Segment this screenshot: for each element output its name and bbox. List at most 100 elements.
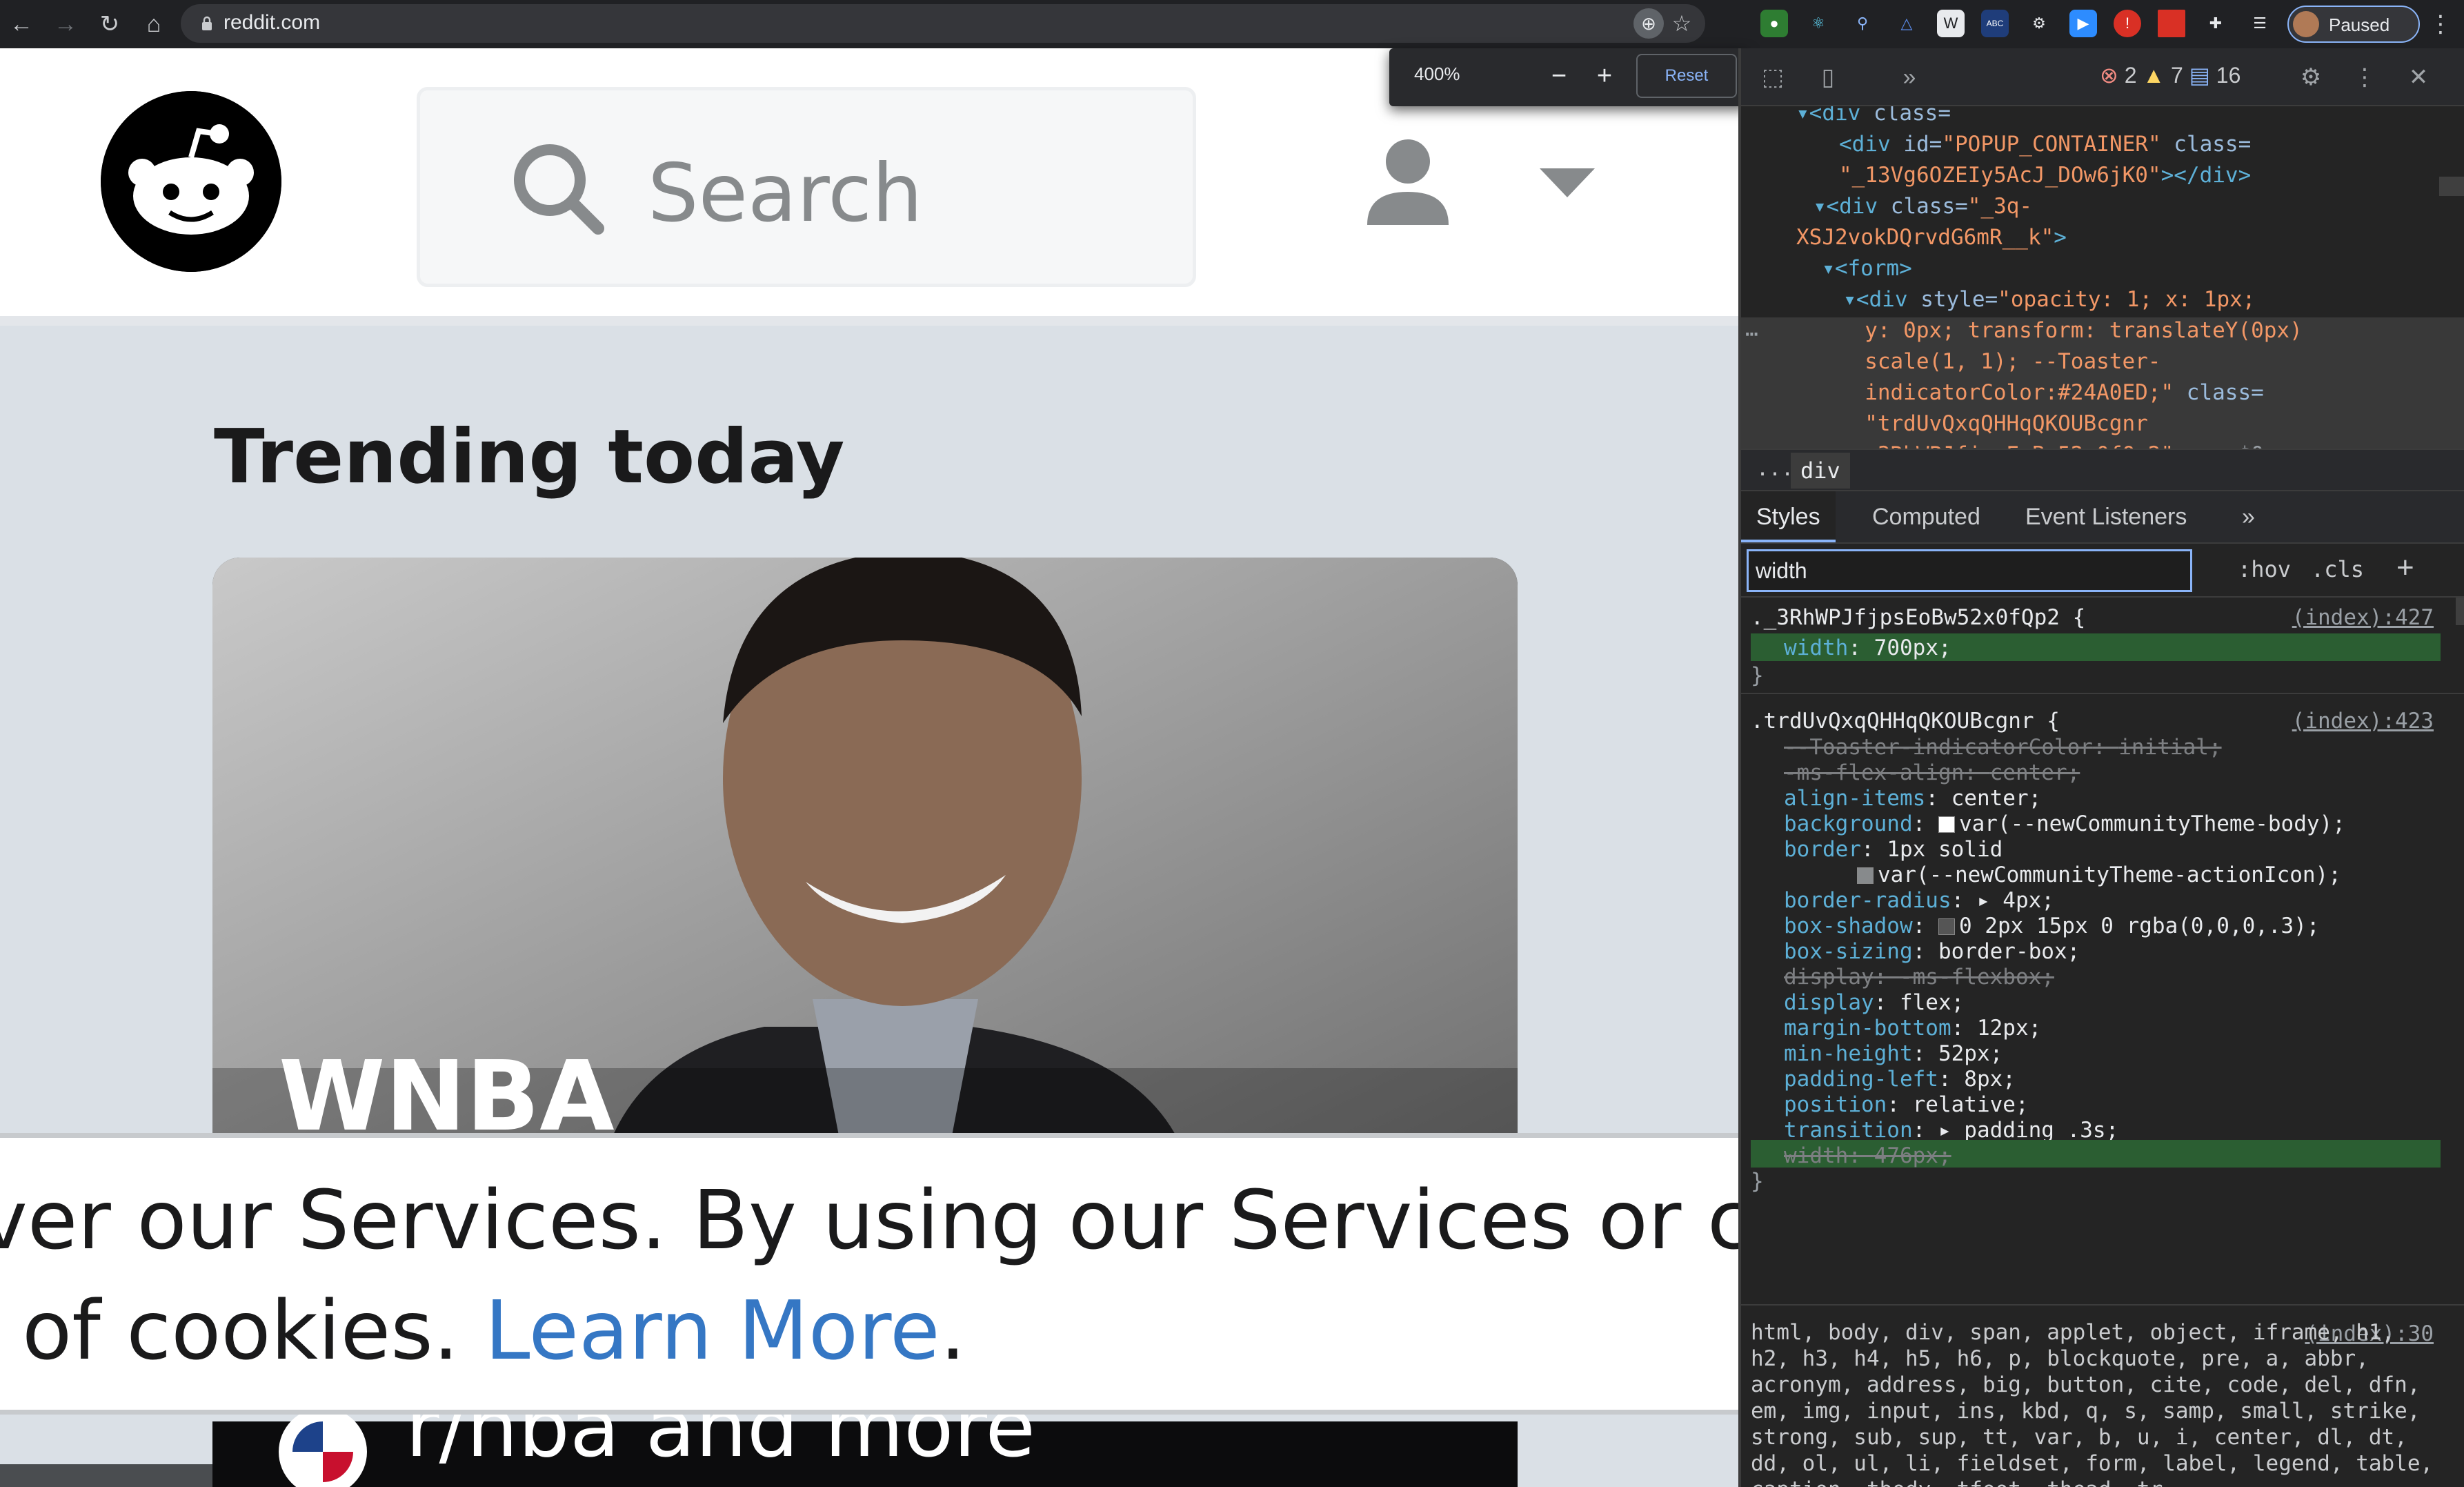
css-declaration[interactable]: var(--newCommunityTheme-actionIcon);	[1857, 860, 2341, 889]
red-square-ext-icon[interactable]	[2158, 10, 2185, 37]
css-declaration[interactable]: background: var(--newCommunityTheme-body…	[1784, 809, 2345, 838]
dom-node-line[interactable]: ▾<form>	[1822, 253, 1912, 284]
tab-styles[interactable]: Styles	[1741, 491, 1836, 542]
scrollbar[interactable]	[2439, 177, 2464, 196]
rule-source-link[interactable]: (index):427	[2292, 603, 2434, 632]
css-declaration[interactable]: box-sizing: border-box;	[1784, 937, 2080, 966]
react-icon[interactable]: ⚛	[1805, 10, 1832, 37]
kebab-menu-icon[interactable]: ⋮	[2427, 7, 2454, 41]
forward-arrow-icon[interactable]: →	[48, 7, 83, 41]
css-declaration[interactable]: border-radius: ▸ 4px;	[1784, 886, 2054, 915]
dom-node-line[interactable]: <div id="POPUP_CONTAINER" class=	[1839, 129, 2251, 160]
color-swatch-icon[interactable]	[1938, 918, 1955, 935]
dom-node-line[interactable]: ▾<div style="opacity: 1; x: 1px;	[1843, 284, 2255, 315]
abc-ext-icon[interactable]: ABC	[1981, 10, 2009, 37]
bookmark-star-icon[interactable]: ☆	[1667, 8, 1697, 39]
css-declaration[interactable]: display: flex;	[1784, 988, 1964, 1017]
tab-computed[interactable]: Computed	[1857, 491, 1996, 542]
more-panels-icon[interactable]: »	[1893, 61, 1926, 94]
css-prop: position	[1784, 1092, 1887, 1117]
scrollbar[interactable]	[2456, 598, 2464, 625]
trending-card-2[interactable]: r/nba and more	[212, 1380, 1518, 1487]
css-prop: --Toaster-indicatorColor	[1784, 735, 2093, 760]
styles-filter-input[interactable]: width	[1747, 549, 2192, 592]
gear-ext-icon[interactable]: ⚙	[2025, 10, 2053, 37]
zoom-out-button[interactable]: −	[1541, 58, 1577, 94]
zoom-indicator-icon[interactable]: ⊕	[1633, 8, 1664, 39]
css-declaration[interactable]: position: relative;	[1784, 1090, 2029, 1119]
cookie-text-suffix: .	[940, 1283, 966, 1378]
color-swatch-icon[interactable]	[1857, 867, 1874, 884]
reading-list-icon[interactable]: ☰	[2246, 10, 2274, 37]
css-declaration[interactable]: --Toaster-indicatorColor: initial;	[1784, 733, 2222, 762]
user-icon[interactable]	[1363, 137, 1453, 226]
device-toolbar-icon[interactable]: ▯	[1811, 61, 1845, 94]
dom-node-line[interactable]: ▾<div class=	[1796, 106, 1951, 129]
rule-source-link[interactable]: (index):423	[2292, 707, 2434, 736]
breadcrumb-current[interactable]: div	[1791, 453, 1850, 489]
shield-ext-icon[interactable]: !	[2114, 10, 2141, 37]
css-prop: width	[1784, 1143, 1849, 1168]
dom-node-line[interactable]: XSJ2vokDQrvdG6mR__k">	[1796, 222, 2067, 253]
dom-node-line[interactable]: indicatorColor:#24A0ED;" class=	[1865, 377, 2264, 408]
inspect-element-icon[interactable]: ⬚	[1756, 61, 1789, 94]
search-ext-icon[interactable]: ⚲	[1849, 10, 1876, 37]
url-text[interactable]: reddit.com	[223, 11, 320, 35]
reload-icon[interactable]: ↻	[92, 7, 127, 41]
breadcrumb-more[interactable]: ...	[1756, 457, 1794, 481]
color-swatch-icon[interactable]	[1938, 816, 1955, 833]
console-counts[interactable]: ⊗ 2 ▲ 7 ▤ 16	[2100, 62, 2241, 88]
elements-dom-tree[interactable]: ▾<div class= <div id="POPUP_CONTAINER" cl…	[1741, 106, 2464, 449]
css-prop: display	[1784, 990, 1874, 1015]
address-bar[interactable]: reddit.com ⊕ ☆	[181, 4, 1705, 43]
profile-button[interactable]: Paused	[2287, 6, 2420, 43]
hov-toggle[interactable]: :hov	[2238, 556, 2291, 582]
dom-node-line[interactable]: ▾<div class="_3q-	[1814, 191, 2032, 222]
css-value: 12px;	[1976, 1016, 2042, 1041]
zoom-ext-icon[interactable]: ▶	[2069, 10, 2097, 37]
zoom-reset-button[interactable]: Reset	[1636, 54, 1737, 98]
css-declaration[interactable]: min-height: 52px;	[1784, 1039, 2003, 1068]
cls-toggle[interactable]: .cls	[2311, 556, 2364, 582]
browser-toolbar: ← → ↻ ⌂ reddit.com ⊕ ☆ ● ⚛ ⚲ △ W ABC ⚙ ▶…	[0, 0, 2464, 48]
close-icon[interactable]: ✕	[2402, 61, 2435, 94]
dom-node-line[interactable]: y: 0px; transform: translateY(0px)	[1865, 315, 2303, 346]
dom-node-line[interactable]: "trdUvQxqQHHqQKOUBcgnr	[1865, 408, 2148, 440]
css-declaration[interactable]: align-items: center;	[1784, 784, 2041, 813]
home-icon[interactable]: ⌂	[137, 7, 171, 41]
tab-more[interactable]: »	[2227, 491, 2270, 542]
tab-event-listeners[interactable]: Event Listeners	[2010, 491, 2202, 542]
add-style-rule-button[interactable]: +	[2396, 551, 2414, 585]
back-arrow-icon[interactable]: ←	[4, 7, 39, 41]
css-prop: box-sizing	[1784, 939, 1913, 964]
dom-node-line[interactable]: scale(1, 1); --Toaster-	[1865, 346, 2160, 377]
dom-node-line[interactable]: _3RhWPJfjpsEoBw52x0fQp2"> == $0	[1865, 440, 2264, 449]
puzzle-icon[interactable]: ✚	[2202, 10, 2229, 37]
css-declaration[interactable]: padding-left: 8px;	[1784, 1065, 2016, 1094]
css-declaration[interactable]: display: -ms-flexbox;	[1784, 963, 2054, 992]
css-value: flex;	[1899, 990, 1965, 1015]
css-declaration[interactable]: border: 1px solid	[1784, 835, 2003, 864]
css-declaration[interactable]: width: 476px;	[1784, 1141, 1951, 1170]
css-rules-panel[interactable]: ._3RhWPJfjpsEoBw52x0fQp2 { (index):427 w…	[1741, 598, 2464, 1487]
css-value: ▸ 4px;	[1976, 888, 2054, 913]
css-declaration[interactable]: margin-bottom: 12px;	[1784, 1014, 2041, 1043]
nba-logo-icon	[279, 1408, 367, 1487]
dom-node-line[interactable]: "_13Vg6OZEIy5AcJ_DOw6jK0"></div>	[1839, 160, 2251, 191]
evernote-icon[interactable]: ●	[1760, 10, 1788, 37]
chevron-down-icon[interactable]	[1538, 166, 1596, 199]
zoom-in-button[interactable]: +	[1587, 58, 1622, 94]
node-menu-icon[interactable]: ⋯	[1745, 319, 1758, 350]
css-value: var(--newCommunityTheme-actionIcon);	[1878, 863, 2341, 887]
triangle-ext-icon[interactable]: △	[1893, 10, 1920, 37]
learn-more-link[interactable]: Learn More	[485, 1283, 940, 1378]
devtools-menu-icon[interactable]: ⋮	[2348, 61, 2381, 94]
reddit-logo-icon[interactable]	[101, 91, 281, 272]
search-input[interactable]: Search	[417, 87, 1196, 287]
w-ext-icon[interactable]: W	[1937, 10, 1965, 37]
css-declaration[interactable]: width: 700px;	[1784, 633, 1951, 662]
css-declaration[interactable]: -ms-flex-align: center;	[1784, 758, 2080, 787]
trending-card[interactable]: WNBA	[212, 558, 1518, 1179]
settings-gear-icon[interactable]: ⚙	[2294, 61, 2327, 94]
css-declaration[interactable]: box-shadow: 0 2px 15px 0 rgba(0,0,0,.3);	[1784, 912, 2320, 941]
